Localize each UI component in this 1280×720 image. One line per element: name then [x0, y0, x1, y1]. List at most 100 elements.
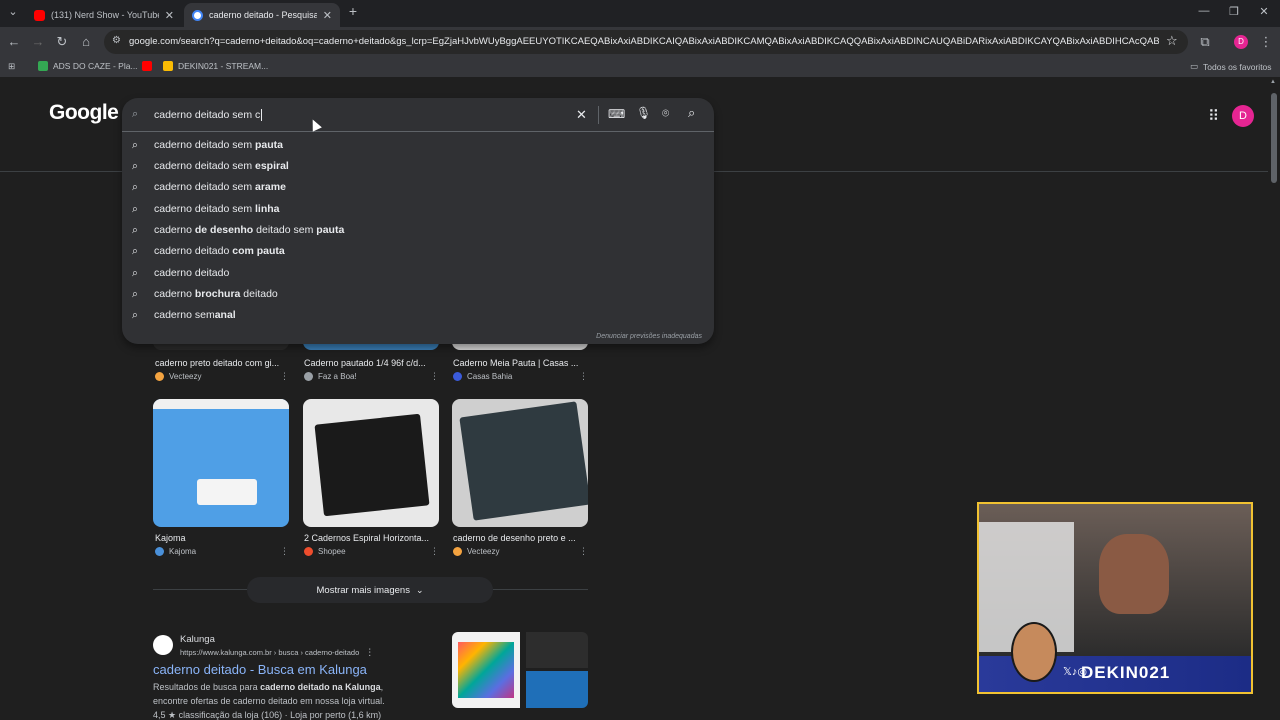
- kalunga-favicon[interactable]: [153, 635, 173, 655]
- report-predictions-link[interactable]: Denunciar previsões inadequadas: [596, 333, 702, 340]
- suggestion-item[interactable]: ⌕ caderno brochura deitado: [122, 284, 714, 305]
- image-source[interactable]: Shopee: [304, 547, 346, 556]
- tab-title: caderno deitado - Pesquisa Goo: [209, 10, 317, 20]
- image-caption[interactable]: Caderno pautado 1/4 96f c/d...: [304, 358, 434, 368]
- more-options-icon[interactable]: ⋮: [579, 546, 588, 557]
- streamer-face: [1099, 534, 1169, 614]
- apps-icon[interactable]: ⊞: [8, 61, 15, 72]
- suggestion-item[interactable]: ⌕ caderno deitado: [122, 263, 714, 284]
- result-site-name[interactable]: Kalunga: [180, 634, 215, 645]
- result-thumbnail[interactable]: [526, 632, 588, 668]
- image-caption[interactable]: caderno preto deitado com gi...: [155, 358, 285, 368]
- tab-search-icon[interactable]: ⌄: [3, 5, 23, 18]
- image-source[interactable]: Faz a Boa!: [304, 372, 357, 381]
- colored-pens: [458, 642, 514, 698]
- page-scrollbar[interactable]: ▲: [1268, 77, 1280, 720]
- result-thumbnail[interactable]: [526, 671, 588, 708]
- image-thumbnail[interactable]: [452, 399, 588, 527]
- bookmark-youtube[interactable]: [142, 61, 157, 71]
- bookmark-label: DEKIN021 - STREAM...: [178, 61, 269, 71]
- back-button[interactable]: ←: [6, 34, 22, 50]
- search-icon: ⌕: [132, 267, 138, 279]
- keyboard-icon[interactable]: ⌨: [608, 107, 625, 121]
- divider: [153, 589, 247, 590]
- url-text[interactable]: google.com/search?q=caderno+deitado&oq=c…: [129, 36, 1159, 47]
- reload-button[interactable]: ↻: [54, 34, 70, 50]
- result-snippet: Resultados de busca para caderno deitado…: [153, 682, 384, 692]
- result-title-link[interactable]: caderno deitado - Busca em Kalunga: [153, 662, 367, 677]
- search-submit-icon[interactable]: ⌕: [688, 105, 695, 121]
- new-tab-button[interactable]: +: [343, 3, 363, 19]
- address-bar[interactable]: ⚙ google.com/search?q=caderno+deitado&oq…: [104, 30, 1188, 54]
- show-more-images-button[interactable]: Mostrar mais imagens ⌄: [247, 577, 493, 603]
- bookmarks-bar: ⊞ ADS DO CAZE - Pla... DEKIN021 - STREAM…: [0, 57, 1280, 77]
- more-options-icon[interactable]: ⋮: [365, 647, 374, 657]
- scrollbar-thumb[interactable]: [1271, 93, 1277, 183]
- more-options-icon[interactable]: ⋮: [280, 371, 289, 382]
- image-caption[interactable]: Kajoma: [155, 533, 285, 543]
- bookmark-label: ADS DO CAZE - Pla...: [53, 61, 138, 71]
- scroll-up-icon[interactable]: ▲: [1270, 79, 1276, 85]
- result-snippet: encontre ofertas de caderno deitado em n…: [153, 696, 385, 706]
- account-avatar[interactable]: D: [1232, 105, 1254, 127]
- vecteezy-icon: [155, 372, 164, 381]
- close-icon[interactable]: ✕: [323, 9, 332, 22]
- image-source[interactable]: Casas Bahia: [453, 372, 512, 381]
- image-source[interactable]: Vecteezy: [155, 372, 201, 381]
- more-options-icon[interactable]: ⋮: [280, 546, 289, 557]
- notebook-label: [197, 479, 257, 505]
- image-thumbnail[interactable]: [303, 399, 439, 527]
- bookmark-dekin021[interactable]: DEKIN021 - STREAM...: [163, 61, 268, 71]
- image-source[interactable]: Vecteezy: [453, 547, 499, 556]
- microphone-icon[interactable]: 🎙︎: [636, 106, 651, 120]
- divider: [493, 589, 588, 590]
- lens-icon[interactable]: ⌾: [662, 106, 669, 121]
- divider: [598, 106, 599, 124]
- suggestion-item[interactable]: ⌕ caderno deitado sem linha: [122, 199, 714, 220]
- clear-icon[interactable]: ✕: [576, 107, 587, 123]
- tab-youtube[interactable]: (131) Nerd Show - YouTube ✕: [26, 3, 182, 27]
- vecteezy-icon: [453, 547, 462, 556]
- suggestion-item[interactable]: ⌕ caderno deitado sem pauta: [122, 135, 714, 156]
- google-logo[interactable]: Google: [49, 101, 119, 125]
- more-options-icon[interactable]: ⋮: [430, 546, 439, 557]
- result-thumbnail[interactable]: [452, 632, 520, 708]
- image-caption[interactable]: Caderno Meia Pauta | Casas ...: [453, 358, 583, 368]
- source-label: Shopee: [318, 547, 346, 556]
- forward-button[interactable]: →: [30, 34, 46, 50]
- menu-icon[interactable]: ⋮: [1258, 34, 1274, 50]
- profile-avatar[interactable]: D: [1234, 35, 1248, 49]
- image-source[interactable]: Kajoma: [155, 547, 196, 556]
- extensions-icon[interactable]: ⧉: [1197, 34, 1213, 50]
- search-icon: ⌕: [132, 160, 138, 172]
- result-url[interactable]: https://www.kalunga.com.br › busca › cad…: [180, 647, 374, 658]
- avatar: [1011, 622, 1057, 682]
- image-thumbnail[interactable]: [153, 399, 289, 527]
- casasbahia-icon: [453, 372, 462, 381]
- more-options-icon[interactable]: ⋮: [430, 371, 439, 382]
- image-caption[interactable]: caderno de desenho preto e ...: [453, 533, 583, 543]
- search-icon: ⌕: [132, 181, 138, 193]
- site-info-icon[interactable]: ⚙: [112, 35, 121, 46]
- suggestion-item[interactable]: ⌕ caderno deitado sem arame: [122, 177, 714, 198]
- bookmarks-folder[interactable]: ▭ Todos os favoritos: [1190, 61, 1272, 72]
- bookmark-ads-do-caze[interactable]: ADS DO CAZE - Pla...: [38, 61, 138, 71]
- search-icon: ⌕: [132, 203, 138, 215]
- tab-google-search[interactable]: caderno deitado - Pesquisa Goo ✕: [184, 3, 340, 27]
- home-button[interactable]: ⌂: [78, 34, 94, 50]
- bookmark-star-icon[interactable]: ☆: [1166, 33, 1178, 49]
- image-caption[interactable]: 2 Cadernos Espiral Horizonta...: [304, 533, 434, 543]
- suggestion-item[interactable]: ⌕ caderno deitado com pauta: [122, 241, 714, 262]
- suggestion-item[interactable]: ⌕ caderno semanal: [122, 305, 714, 326]
- suggestion-item[interactable]: ⌕ caderno deitado sem espiral: [122, 156, 714, 177]
- fazaboa-icon: [304, 372, 313, 381]
- more-options-icon[interactable]: ⋮: [579, 371, 588, 382]
- source-label: Kajoma: [169, 547, 197, 556]
- close-window-button[interactable]: ✕: [1254, 5, 1274, 18]
- search-input[interactable]: caderno deitado sem c: [154, 109, 263, 121]
- minimize-button[interactable]: —: [1194, 5, 1214, 17]
- suggestion-item[interactable]: ⌕ caderno de desenho deitado sem pauta: [122, 220, 714, 241]
- close-icon[interactable]: ✕: [165, 9, 174, 22]
- google-apps-icon[interactable]: ⠿: [1208, 107, 1219, 125]
- maximize-button[interactable]: ❐: [1224, 5, 1244, 18]
